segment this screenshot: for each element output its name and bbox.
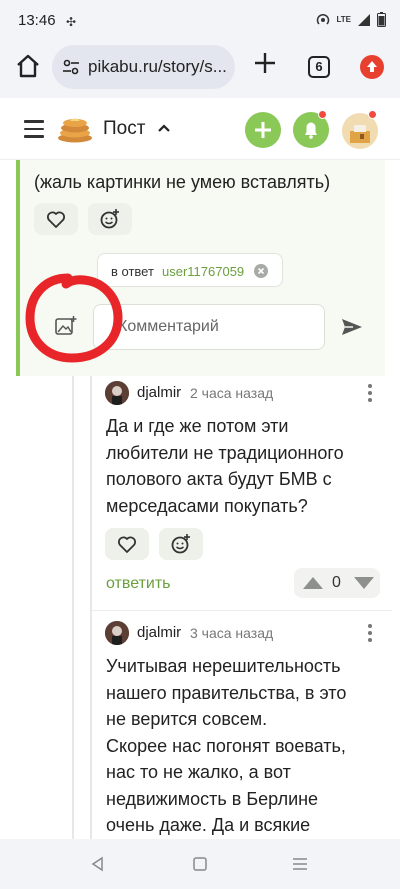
comment-author[interactable]: djalmir bbox=[137, 624, 181, 641]
thread-highlight-bar bbox=[16, 160, 20, 376]
new-tab-icon[interactable] bbox=[252, 50, 278, 76]
comment-score: 0 bbox=[332, 574, 341, 591]
battery-icon bbox=[377, 12, 386, 27]
comment-text-field[interactable] bbox=[94, 305, 324, 349]
site-settings-icon[interactable] bbox=[62, 58, 80, 76]
tab-switcher-button[interactable]: 6 bbox=[308, 56, 330, 78]
recents-icon[interactable] bbox=[292, 857, 308, 871]
comment-text: Учитывая нерешительность нашего правител… bbox=[106, 656, 347, 835]
comment-time: 2 часа назад bbox=[190, 385, 274, 401]
smile-plus-icon bbox=[171, 534, 190, 554]
thread-line bbox=[72, 376, 74, 839]
comment-author[interactable]: djalmir bbox=[137, 384, 181, 401]
browser-toolbar: pikabu.ru/story/s... 6 bbox=[0, 36, 400, 98]
clear-reply-icon[interactable] bbox=[254, 264, 268, 278]
comment-text: Да и где же потом эти любители не традиц… bbox=[106, 416, 344, 516]
app-grid-icon: ✣ bbox=[66, 15, 77, 29]
send-icon[interactable] bbox=[341, 317, 363, 337]
system-navigation-bar bbox=[0, 839, 400, 889]
url-text: pikabu.ru/story/s... bbox=[88, 57, 227, 76]
hotspot-icon bbox=[317, 13, 330, 25]
previous-comment-text: (жаль картинки не умею вставлять) bbox=[34, 172, 331, 192]
profile-notification-dot bbox=[368, 110, 377, 119]
status-bar: 13:46 ✣ LTE bbox=[0, 0, 400, 36]
downvote-icon[interactable] bbox=[353, 575, 375, 591]
update-icon[interactable] bbox=[360, 55, 384, 79]
heart-icon bbox=[47, 211, 65, 228]
like-button[interactable] bbox=[105, 528, 149, 560]
thread-line bbox=[90, 376, 92, 839]
chevron-up-icon[interactable] bbox=[157, 122, 171, 134]
annotation-circle bbox=[25, 273, 123, 363]
network-type: LTE bbox=[336, 15, 351, 24]
status-icons: LTE bbox=[316, 12, 386, 27]
vote-box: 0 bbox=[294, 568, 380, 598]
address-bar[interactable]: pikabu.ru/story/s... bbox=[52, 45, 235, 89]
menu-icon[interactable] bbox=[24, 120, 44, 138]
avatar[interactable] bbox=[105, 621, 129, 645]
add-post-button[interactable] bbox=[245, 112, 281, 148]
smile-plus-icon bbox=[100, 209, 119, 229]
notification-dot bbox=[318, 110, 327, 119]
comment-divider bbox=[92, 610, 392, 611]
reply-to-user-link[interactable]: user11767059 bbox=[162, 264, 244, 279]
add-reaction-button[interactable] bbox=[159, 528, 203, 560]
reply-link[interactable]: ответить bbox=[106, 575, 171, 593]
heart-icon bbox=[118, 536, 136, 553]
more-options-icon[interactable] bbox=[364, 624, 376, 646]
comment-input[interactable] bbox=[93, 304, 325, 350]
like-button[interactable] bbox=[34, 203, 78, 235]
home-nav-icon[interactable] bbox=[192, 856, 208, 872]
home-icon[interactable] bbox=[14, 52, 42, 80]
site-header: Пост bbox=[0, 98, 400, 160]
back-icon[interactable] bbox=[90, 856, 106, 872]
reply-to-chip: в ответ user11767059 bbox=[97, 253, 283, 287]
signal-icon bbox=[358, 13, 370, 26]
upvote-icon[interactable] bbox=[302, 575, 324, 591]
avatar[interactable] bbox=[105, 381, 129, 405]
comment-time: 3 часа назад bbox=[190, 625, 274, 641]
add-reaction-button[interactable] bbox=[88, 203, 132, 235]
status-time: 13:46 bbox=[18, 12, 56, 29]
section-title[interactable]: Пост bbox=[103, 118, 145, 140]
pikabu-logo[interactable] bbox=[56, 114, 96, 144]
more-options-icon[interactable] bbox=[364, 384, 376, 406]
